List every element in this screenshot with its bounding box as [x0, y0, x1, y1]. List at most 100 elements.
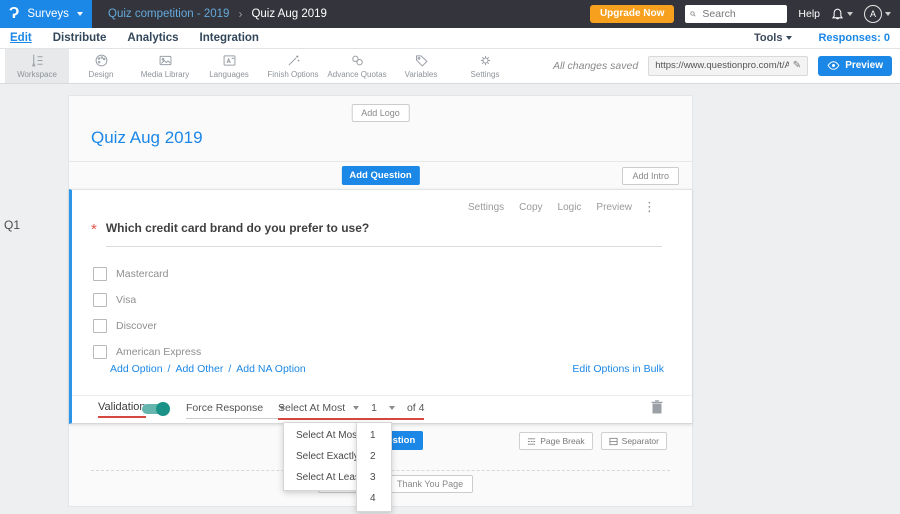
preview-button[interactable]: Preview: [818, 55, 892, 76]
option-checkbox[interactable]: [93, 319, 107, 333]
rule-dropdown[interactable]: Select At Most: [278, 402, 345, 414]
toolbar-item-label: Variables: [404, 69, 438, 79]
count-option-2[interactable]: 2: [357, 446, 391, 467]
separator-button[interactable]: Separator: [600, 432, 667, 450]
page-break-label: Page Break: [540, 436, 585, 446]
rule-option-select-exactly[interactable]: Select Exactly: [284, 446, 359, 467]
question-more-menu-icon[interactable]: ⋮: [643, 199, 656, 215]
chevron-down-icon: [847, 12, 853, 16]
toolbar-item-variables[interactable]: Variables: [389, 48, 453, 83]
count-dropdown[interactable]: 1: [371, 402, 377, 414]
trash-icon: [651, 400, 663, 414]
add-intro-button[interactable]: Add Intro: [622, 167, 679, 185]
toolbar-item-design[interactable]: Design: [69, 48, 133, 83]
product-menu[interactable]: Ɂ Surveys: [0, 0, 92, 28]
separator-label: Separator: [621, 436, 659, 446]
answer-option-row: Visa: [93, 293, 136, 307]
question-text[interactable]: Which credit card brand do you prefer to…: [106, 221, 369, 235]
answer-option-row: American Express: [93, 345, 201, 359]
rule-option-select-at-most[interactable]: Select At Most: [284, 425, 360, 446]
question-settings-link[interactable]: Settings: [468, 202, 504, 213]
force-response-dropdown[interactable]: Force Response: [186, 402, 286, 419]
edit-toolbar: Workspace Design Media Library Languages…: [0, 48, 900, 84]
edit-options-in-bulk-link[interactable]: Edit Options in Bulk: [572, 363, 664, 375]
toggle-knob: [156, 402, 170, 416]
nav-tab-distribute[interactable]: Distribute: [53, 32, 107, 44]
finish-options-icon: [288, 54, 299, 65]
toolbar-item-media-library[interactable]: Media Library: [133, 48, 197, 83]
chevron-down-icon: [353, 406, 360, 410]
autosave-status: All changes saved: [552, 59, 639, 72]
link-separator: /: [228, 363, 232, 375]
responses-count[interactable]: Responses: 0: [818, 32, 890, 44]
question-index: Q1: [4, 218, 21, 232]
option-label[interactable]: Discover: [116, 320, 157, 332]
nav-tab-edit[interactable]: Edit: [10, 32, 32, 44]
option-checkbox[interactable]: [93, 267, 107, 281]
nav-tab-integration[interactable]: Integration: [200, 32, 259, 44]
question-preview-link[interactable]: Preview: [596, 202, 632, 213]
question-logic-link[interactable]: Logic: [558, 202, 582, 213]
toolbar-item-label: Settings: [470, 69, 500, 79]
media-library-icon: [159, 55, 171, 65]
toolbar-item-label: Design: [88, 69, 114, 79]
toolbar-item-finish-options[interactable]: Finish Options: [261, 48, 325, 83]
settings-icon: [480, 55, 490, 65]
tools-menu-label: Tools: [753, 32, 783, 44]
survey-url[interactable]: https://www.questionpro.com/t/APNrFZ: [655, 60, 789, 71]
link-separator: /: [167, 363, 171, 375]
global-search[interactable]: [685, 5, 788, 23]
chevron-down-icon: [885, 12, 891, 16]
help-link[interactable]: Help: [798, 8, 820, 20]
avatar: A: [864, 5, 882, 23]
preview-button-label: Preview: [845, 60, 883, 71]
upgrade-now-button[interactable]: Upgrade Now: [589, 5, 675, 23]
answer-option-row: Mastercard: [93, 267, 169, 281]
answer-option-row: Discover: [93, 319, 157, 333]
question-copy-link[interactable]: Copy: [519, 202, 542, 213]
rule-option-select-at-least[interactable]: Select At Least: [284, 467, 363, 488]
toolbar-item-label: Languages: [209, 69, 249, 79]
page-break-icon: [528, 437, 536, 445]
toolbar-item-advance-quotas[interactable]: Advance Quotas: [325, 48, 389, 83]
of-total-label: of 4: [406, 402, 425, 414]
survey-nav: Edit Distribute Analytics Integration To…: [0, 28, 900, 49]
add-question-button[interactable]: Add Question: [341, 166, 420, 185]
eye-icon: [827, 61, 840, 70]
add-logo-button[interactable]: Add Logo: [351, 104, 410, 122]
chevron-down-icon: [76, 12, 83, 16]
account-menu[interactable]: A: [864, 5, 891, 23]
count-option-3[interactable]: 3: [357, 467, 391, 488]
option-checkbox[interactable]: [93, 293, 107, 307]
count-option-1[interactable]: 1: [357, 425, 391, 446]
option-label[interactable]: Visa: [116, 294, 136, 306]
search-input[interactable]: [700, 7, 783, 21]
tools-menu[interactable]: Tools: [754, 32, 793, 44]
option-checkbox[interactable]: [93, 345, 107, 359]
toolbar-item-workspace[interactable]: Workspace: [5, 48, 69, 83]
languages-icon: [223, 54, 235, 66]
thank-you-page-button[interactable]: Thank You Page: [387, 475, 474, 493]
breadcrumb-folder[interactable]: Quiz competition - 2019: [108, 8, 229, 20]
workspace-icon: [31, 54, 42, 66]
validation-toggle[interactable]: [142, 402, 170, 416]
option-label[interactable]: American Express: [116, 346, 201, 358]
edit-url-icon[interactable]: ✎: [793, 60, 801, 71]
top-bar: Ɂ Surveys Quiz competition - 2019 › Quiz…: [0, 0, 900, 28]
add-other-link[interactable]: Add Other: [175, 363, 223, 375]
option-label[interactable]: Mastercard: [116, 268, 169, 280]
notifications-menu[interactable]: [831, 7, 853, 21]
survey-url-field[interactable]: https://www.questionpro.com/t/APNrFZ ✎: [648, 55, 809, 76]
delete-question-button[interactable]: [651, 400, 663, 419]
count-option-4[interactable]: 4: [357, 488, 391, 509]
nav-tab-analytics[interactable]: Analytics: [127, 32, 178, 44]
add-option-link[interactable]: Add Option: [110, 363, 163, 375]
page-break-button[interactable]: Page Break: [519, 432, 593, 450]
toolbar-item-languages[interactable]: Languages: [197, 48, 261, 83]
toolbar-item-settings[interactable]: Settings: [453, 48, 517, 83]
toolbar-item-label: Workspace: [17, 69, 57, 79]
survey-title[interactable]: Quiz Aug 2019: [91, 128, 203, 148]
breadcrumb: Quiz competition - 2019 › Quiz Aug 2019: [108, 7, 327, 21]
count-dropdown-menu: 1 2 3 4: [356, 422, 392, 512]
add-na-option-link[interactable]: Add NA Option: [236, 363, 305, 375]
